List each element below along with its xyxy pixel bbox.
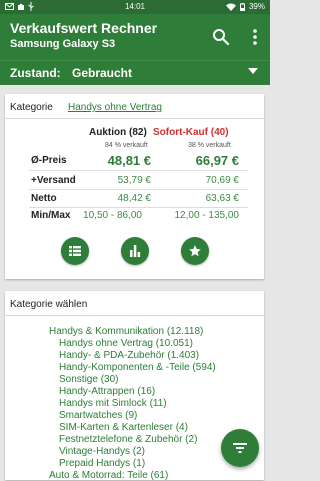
device-name: Samsung Galaxy S3	[10, 38, 116, 50]
category-item[interactable]: Handy- & PDA-Zubehör (1.403)	[59, 350, 199, 361]
battery-level: 39%	[248, 2, 265, 11]
wifi-icon	[225, 3, 236, 11]
category-item[interactable]: Handys ohne Vertrag (10.051)	[59, 338, 193, 349]
category-list-title: Kategorie wählen	[10, 299, 88, 310]
category-item[interactable]: Vintage-Handys (2)	[59, 446, 145, 457]
condition-value[interactable]: Gebraucht	[72, 66, 132, 80]
category-item[interactable]: Sonstige (30)	[59, 374, 118, 385]
row-label-net: Netto	[31, 193, 57, 204]
auction-net: 48,42 €	[117, 193, 151, 204]
divider	[5, 118, 264, 119]
instant-buy-header: Sofort-Kauf (40)	[153, 127, 229, 138]
auction-header: Auktion (82)	[89, 127, 147, 138]
instant-sold-percent: 38 % verkauft	[188, 142, 231, 149]
category-item[interactable]: Prepaid Handys (1)	[59, 458, 145, 469]
results-card: Kategorie Handys ohne Vertrag Auktion (8…	[5, 94, 264, 279]
row-label-shipping: +Versand	[31, 175, 76, 186]
category-item[interactable]: Auto & Motorrad: Teile (61)	[49, 470, 168, 481]
auction-sold-percent: 84 % verkauft	[105, 142, 148, 149]
condition-selector[interactable]: Zustand: Gebraucht	[0, 60, 270, 85]
instant-min-max: 12,00 - 135,00	[174, 210, 240, 221]
category-item[interactable]: Handys & Kommunikation (12.118)	[49, 326, 203, 337]
bar-chart-icon	[130, 245, 141, 257]
category-item[interactable]: Smartwatches (9)	[59, 410, 137, 421]
category-item[interactable]: Handy-Komponenten & -Teile (594)	[59, 362, 216, 373]
status-bar: 14:01 39%	[0, 0, 270, 14]
list-icon	[69, 246, 81, 256]
category-item[interactable]: SIM-Karten & Kartenleser (4)	[59, 422, 188, 433]
battery-icon	[239, 2, 245, 11]
auction-avg-price: 48,81 €	[107, 153, 151, 168]
filter-icon	[233, 443, 247, 453]
filter-button[interactable]	[221, 429, 259, 467]
divider	[5, 315, 264, 316]
app-title: Verkaufswert Rechner	[10, 20, 158, 36]
overflow-menu-icon[interactable]	[252, 28, 258, 46]
instant-with-shipping: 70,69 €	[205, 175, 239, 186]
list-button[interactable]	[61, 237, 89, 265]
category-item[interactable]: Handy-Attrappen (16)	[59, 386, 155, 397]
instant-net: 63,63 €	[205, 193, 239, 204]
chart-button[interactable]	[121, 237, 149, 265]
category-item[interactable]: Handys mit Simlock (11)	[59, 398, 167, 409]
favorite-button[interactable]	[181, 237, 209, 265]
instant-avg-price: 66,97 €	[195, 153, 239, 168]
condition-label: Zustand:	[10, 66, 61, 80]
row-label-min-max: Min/Max	[31, 210, 71, 221]
category-link[interactable]: Handys ohne Vertrag	[68, 102, 162, 113]
auction-min-max: 10,50 - 86,00	[83, 210, 142, 221]
category-label: Kategorie	[10, 102, 53, 113]
row-label-avg-price: Ø-Preis	[31, 155, 67, 166]
app-bar: Verkaufswert Rechner Samsung Galaxy S3	[0, 14, 270, 60]
category-item[interactable]: Festnetztelefone & Zubehör (2)	[59, 434, 197, 445]
auction-with-shipping: 53,79 €	[117, 175, 151, 186]
search-icon[interactable]	[212, 28, 230, 46]
star-icon	[189, 245, 201, 257]
dropdown-arrow-icon[interactable]	[248, 68, 258, 74]
